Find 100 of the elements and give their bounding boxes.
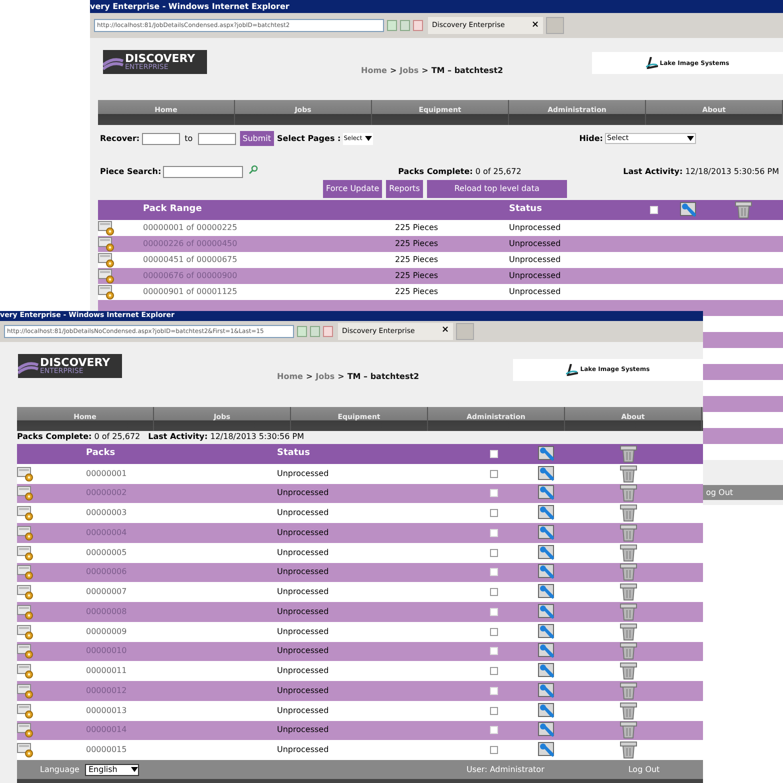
stop-button[interactable] <box>413 20 423 31</box>
wrench-icon[interactable] <box>538 564 556 580</box>
status-cell-text: Unprocessed <box>277 724 330 736</box>
tab-close-button[interactable]: × <box>441 324 449 338</box>
trash-can-icon[interactable] <box>620 544 637 562</box>
wrench-icon[interactable] <box>538 524 556 541</box>
wrench-icon[interactable] <box>538 722 556 738</box>
checkbox[interactable] <box>490 509 498 518</box>
trash-can-icon[interactable] <box>620 444 637 463</box>
caret-icon <box>365 136 372 141</box>
logout-link[interactable]: Log Out <box>628 764 660 776</box>
checkbox[interactable] <box>490 588 498 596</box>
table-row[interactable]: 00000009 Unprocessed <box>17 622 703 642</box>
wrench-icon[interactable] <box>538 604 556 620</box>
table-row[interactable]: 00000001 of 00000225 225 Pieces Unprocessed <box>98 220 783 236</box>
wrench-icon[interactable] <box>538 702 556 719</box>
checkbox[interactable] <box>490 470 498 478</box>
table-row[interactable]: 00000002 Unprocessed <box>17 484 703 504</box>
trash-can-icon[interactable] <box>620 524 637 542</box>
wrench-icon[interactable] <box>538 643 556 660</box>
table-row[interactable]: 00000007 Unprocessed <box>17 582 703 602</box>
table-row[interactable]: 00000010 Unprocessed <box>17 642 703 662</box>
trash-can-icon[interactable] <box>620 662 637 680</box>
wrench-icon[interactable] <box>538 584 556 600</box>
refresh-button[interactable] <box>400 20 410 31</box>
wrench-icon[interactable] <box>538 544 556 561</box>
trash-can-icon[interactable] <box>620 642 637 660</box>
checkbox[interactable] <box>490 746 498 754</box>
logo-title: DISCOVERY <box>40 356 110 368</box>
wrench-icon[interactable] <box>538 742 556 758</box>
wrench-icon[interactable] <box>538 446 556 462</box>
trash-can-icon[interactable] <box>620 583 637 602</box>
trash-can-icon[interactable] <box>620 741 637 760</box>
tab-close-button[interactable]: × <box>531 18 539 32</box>
breadcrumb-link[interactable]: Jobs <box>400 65 419 77</box>
checkbox[interactable] <box>490 667 498 676</box>
breadcrumb-link[interactable]: Home <box>277 370 303 383</box>
go-button[interactable] <box>297 326 307 337</box>
wrench-icon[interactable] <box>538 466 556 482</box>
table-row[interactable]: 00000014 Unprocessed <box>17 720 703 740</box>
card-with-gear-icon <box>98 220 115 236</box>
table-row[interactable]: 00000226 of 00000450 225 Pieces Unprocessed <box>98 236 783 252</box>
table-row[interactable]: 00000013 Unprocessed <box>17 700 703 720</box>
trash-can-icon[interactable] <box>620 484 637 502</box>
table-row[interactable]: 00000003 Unprocessed <box>17 503 703 523</box>
column-header: Status <box>509 203 543 216</box>
table-row[interactable]: 00000012 Unprocessed <box>17 681 703 701</box>
logo-title: DISCOVERY <box>125 53 196 64</box>
wrench-icon[interactable] <box>538 624 556 640</box>
trash-can-icon[interactable] <box>620 464 637 483</box>
trash-can-icon[interactable] <box>620 504 637 522</box>
pack-cell-text: 00000012 <box>86 684 128 697</box>
table-row[interactable]: 00000006 Unprocessed <box>17 562 703 582</box>
trash-can-icon[interactable] <box>620 721 637 740</box>
table-row[interactable]: 00000451 of 00000675 225 Pieces Unprocessed <box>98 252 783 268</box>
trash-can-icon[interactable] <box>620 702 637 720</box>
column-header: Packs <box>86 447 116 460</box>
recover-to-field[interactable] <box>198 132 236 144</box>
table-row[interactable]: 00000015 Unprocessed <box>17 740 703 760</box>
new-tab-button[interactable] <box>456 322 474 340</box>
table-row[interactable]: 00000004 Unprocessed <box>17 523 703 543</box>
action-button[interactable]: Reports <box>386 180 423 198</box>
table-row[interactable]: 00000901 of 00001125 225 Pieces Unprocessed <box>98 284 783 300</box>
card-with-gear-icon <box>17 624 34 640</box>
stop-button[interactable] <box>323 326 333 337</box>
card-with-gear-icon <box>17 643 34 660</box>
checkbox[interactable] <box>490 628 498 636</box>
wrench-icon[interactable] <box>680 202 698 218</box>
wrench-icon[interactable] <box>538 505 556 522</box>
breadcrumb-link[interactable]: Jobs <box>316 370 335 383</box>
trash-can-icon[interactable] <box>620 602 637 621</box>
trash-can-icon[interactable] <box>620 682 637 700</box>
status-cell-text: Unprocessed <box>277 526 330 539</box>
pack-range-cell-text: 00000901 of 00001125 <box>143 286 238 298</box>
language-dropdown[interactable]: English <box>85 764 140 776</box>
checkbox[interactable] <box>490 706 498 715</box>
wrench-icon[interactable] <box>538 682 556 699</box>
table-row[interactable]: 00000001 Unprocessed <box>17 464 703 484</box>
card-with-gear-icon <box>17 505 34 522</box>
trash-can-icon[interactable] <box>620 563 637 582</box>
logout-link[interactable]: og Out <box>706 486 734 498</box>
go-button[interactable] <box>387 20 397 31</box>
search-icon[interactable] <box>249 165 258 174</box>
table-row[interactable]: 00000011 Unprocessed <box>17 661 703 681</box>
action-button[interactable]: Force Update <box>323 180 382 198</box>
breadcrumb-link[interactable]: Home <box>361 65 387 77</box>
action-button[interactable]: Reload top level data <box>426 180 567 198</box>
table-row[interactable]: 00000005 Unprocessed <box>17 542 703 562</box>
refresh-button[interactable] <box>310 326 320 337</box>
recover-from-field[interactable] <box>142 132 180 144</box>
table-row[interactable]: 00000676 of 00000900 225 Pieces Unprocessed <box>98 268 783 284</box>
card-with-gear-icon <box>98 284 115 300</box>
table-row[interactable]: 00000008 Unprocessed <box>17 602 703 622</box>
wrench-icon[interactable] <box>538 485 556 502</box>
wrench-icon[interactable] <box>538 663 556 680</box>
trash-can-icon[interactable] <box>735 201 752 219</box>
piece-search-field[interactable] <box>163 166 244 178</box>
submit-button[interactable]: Submit <box>240 131 274 146</box>
trash-can-icon[interactable] <box>620 622 637 641</box>
checkbox[interactable] <box>490 548 498 557</box>
